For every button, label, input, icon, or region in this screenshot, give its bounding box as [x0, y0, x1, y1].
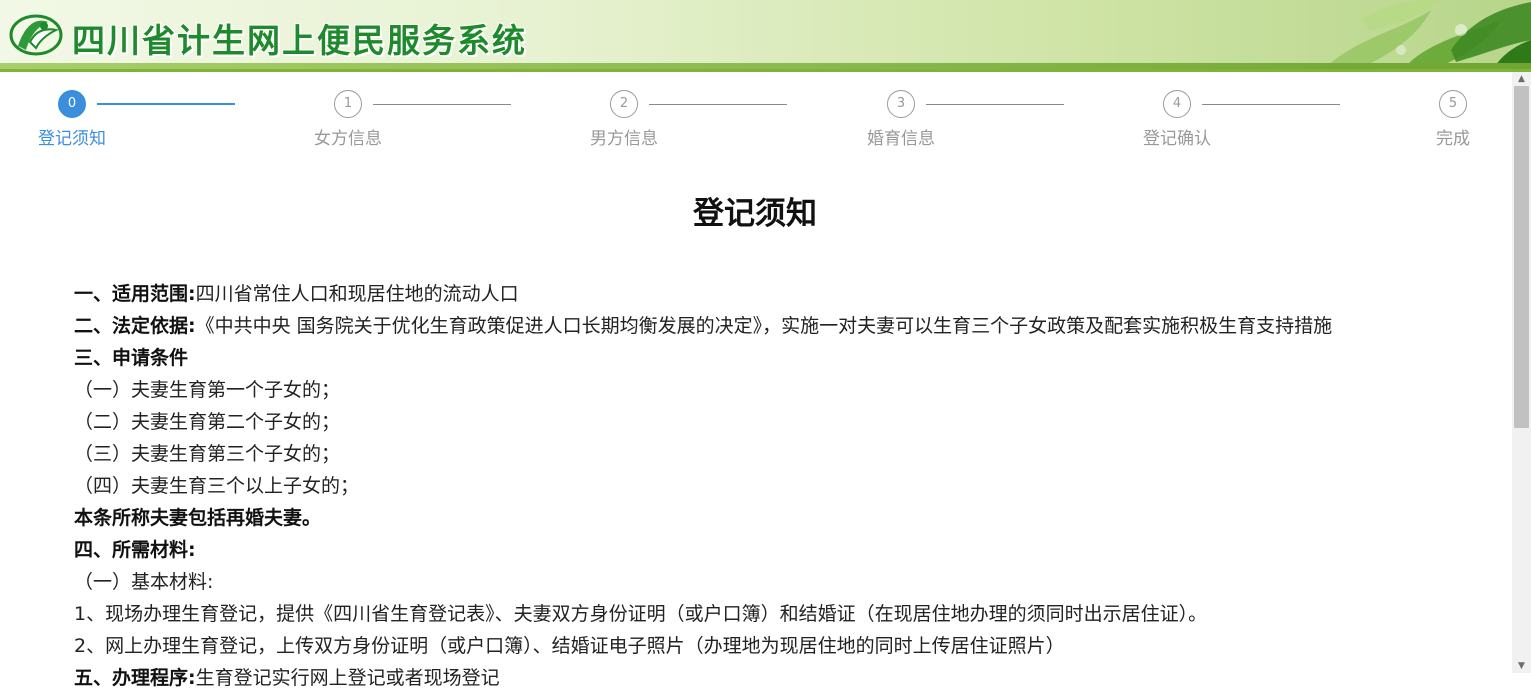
- scope-text: 四川省常住人口和现居住地的流动人口: [195, 283, 519, 305]
- step-male-info[interactable]: 2 男方信息: [584, 88, 664, 149]
- logo-icon: [9, 14, 63, 56]
- step-number: 5: [1439, 90, 1467, 118]
- header-stripe: [0, 63, 1531, 69]
- scope-label: 一、适用范围:: [74, 283, 196, 305]
- step-connector: [1202, 104, 1340, 105]
- step-label: 完成: [1436, 129, 1470, 149]
- step-label: 男方信息: [590, 129, 658, 149]
- step-confirm[interactable]: 4 登记确认: [1137, 88, 1217, 149]
- step-connector: [373, 104, 511, 105]
- step-complete[interactable]: 5 完成: [1413, 88, 1493, 149]
- conditions-heading: 三、申请条件: [74, 342, 1494, 374]
- condition-item: （三）夫妻生育第三个子女的；: [74, 443, 341, 465]
- basis-label: 二、法定依据:: [74, 315, 196, 337]
- notice-content: 一、适用范围:四川省常住人口和现居住地的流动人口 二、法定依据:《中共中央 国务…: [74, 278, 1494, 694]
- materials-heading: 四、所需材料:: [74, 534, 1494, 566]
- material-item: 2、网上办理生育登记，上传双方身份证明（或户口簿）、结婚证电子照片（办理地为现居…: [74, 635, 1065, 657]
- procedure-text: 生育登记实行网上登记或者现场登记: [195, 667, 500, 689]
- condition-item: （一）夫妻生育第一个子女的；: [74, 379, 341, 401]
- step-marriage-info[interactable]: 3 婚育信息: [861, 88, 941, 149]
- scope-line: 一、适用范围:四川省常住人口和现居住地的流动人口: [74, 278, 1494, 310]
- basis-text: 《中共中央 国务院关于优化生育政策促进人口长期均衡发展的决定》，实施一对夫妻可以…: [195, 315, 1333, 337]
- step-number: 0: [58, 90, 86, 118]
- step-label: 婚育信息: [867, 129, 935, 149]
- step-number: 1: [334, 90, 362, 118]
- site-title: 四川省计生网上便民服务系统: [72, 21, 527, 60]
- step-label: 登记须知: [38, 129, 106, 149]
- vertical-scrollbar[interactable]: ▲ ▼: [1512, 72, 1531, 673]
- step-number: 3: [887, 90, 915, 118]
- condition-item: （二）夫妻生育第二个子女的；: [74, 411, 341, 433]
- step-female-info[interactable]: 1 女方信息: [308, 88, 388, 149]
- procedure-line: 五、办理程序:生育登记实行网上登记或者现场登记: [74, 662, 1494, 694]
- leaves-decoration-icon: [1324, 0, 1531, 69]
- step-notice[interactable]: 0 登记须知: [32, 88, 112, 149]
- scroll-thumb[interactable]: [1514, 86, 1529, 428]
- step-progress: 0 登记须知 1 女方信息 2 男方信息 3 婚育信息 4 登记确认 5 完成: [0, 88, 1500, 158]
- step-connector: [926, 104, 1064, 105]
- remarriage-note-text: 本条所称夫妻包括再婚夫妻。: [74, 507, 322, 529]
- step-number: 2: [610, 90, 638, 118]
- scroll-up-icon[interactable]: ▲: [1512, 72, 1531, 86]
- remarriage-note: 本条所称夫妻包括再婚夫妻。: [74, 502, 1494, 534]
- scroll-down-icon[interactable]: ▼: [1512, 659, 1531, 673]
- basis-line: 二、法定依据:《中共中央 国务院关于优化生育政策促进人口长期均衡发展的决定》，实…: [74, 310, 1494, 342]
- step-connector: [649, 104, 787, 105]
- materials-label: 四、所需材料:: [74, 539, 196, 561]
- step-label: 登记确认: [1143, 129, 1211, 149]
- page-title: 登记须知: [693, 196, 817, 232]
- conditions-label: 三、申请条件: [74, 347, 189, 369]
- condition-item: （四）夫妻生育三个以上子女的；: [74, 475, 360, 497]
- basic-materials-heading: （一）基本材料:: [74, 571, 214, 593]
- step-number: 4: [1163, 90, 1191, 118]
- step-label: 女方信息: [314, 129, 382, 149]
- step-connector: [97, 103, 235, 105]
- procedure-label: 五、办理程序:: [74, 667, 196, 689]
- header-banner: 四川省计生网上便民服务系统: [0, 0, 1531, 72]
- material-item: 1、现场办理生育登记，提供《四川省生育登记表》、夫妻双方身份证明（或户口簿）和结…: [74, 603, 1208, 625]
